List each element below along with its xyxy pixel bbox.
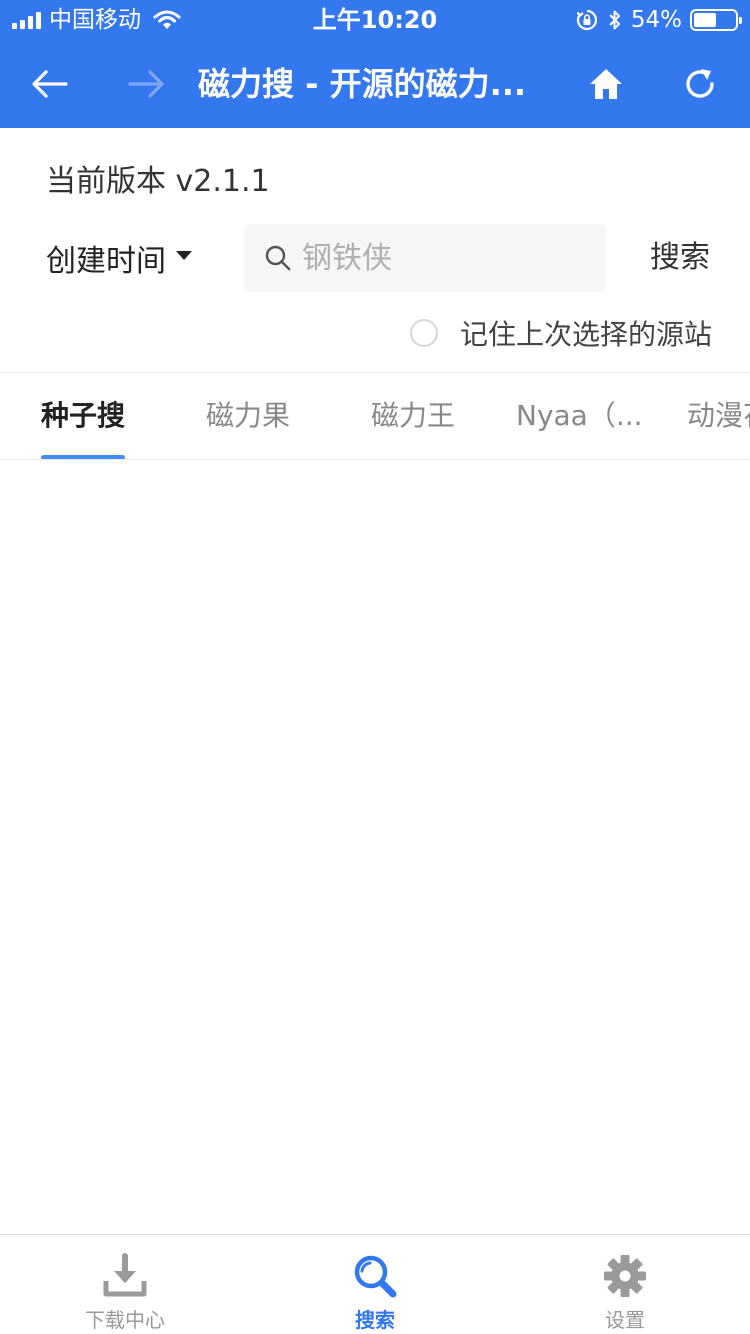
gear-icon [600,1251,650,1301]
tabbar-download-center[interactable]: 下载中心 [0,1235,250,1334]
section-divider [0,372,750,373]
download-icon [100,1251,150,1301]
battery-icon [690,9,742,31]
home-button[interactable] [578,56,634,112]
bluetooth-icon [607,8,623,32]
results-area [0,460,750,1234]
remember-radio[interactable] [410,319,438,347]
tabbar-search[interactable]: 搜索 [250,1235,500,1334]
tab-dongmanhuayuan[interactable]: 动漫花园 [687,396,750,436]
bottom-tab-bar: 下载中心 搜索 设置 [0,1234,750,1334]
remember-source-option[interactable]: 记住上次选择的源站 [410,312,712,354]
orientation-lock-icon [575,8,599,32]
search-icon [350,1251,400,1301]
source-tabs: 种子搜 磁力果 磁力王 Nyaa（... 动漫花园 [0,374,750,460]
remember-label: 记住上次选择的源站 [460,318,713,351]
sort-select[interactable]: 创建时间 [46,236,192,280]
page-title: 磁力搜 - 开源的磁力... [198,65,527,103]
tab-ciliguo[interactable]: 磁力果 [206,396,290,436]
tabbar-label-settings: 设置 [605,1308,645,1332]
search-box[interactable] [244,224,606,292]
home-icon [590,69,622,99]
tab-nyaa[interactable]: Nyaa（... [516,396,643,436]
status-bar: 中国移动 上午10:20 54% [0,0,750,40]
version-text: 当前版本 v2.1.1 [46,164,270,199]
tab-zhongzisou[interactable]: 种子搜 [41,396,125,436]
tabbar-label-download: 下载中心 [85,1308,165,1332]
arrow-left-icon [32,70,68,98]
forward-button[interactable] [118,56,174,112]
status-right: 54% [575,6,742,34]
battery-level [694,13,716,27]
search-button[interactable]: 搜索 [632,232,728,284]
app-header: 中国移动 上午10:20 54% 磁力搜 - 开源的磁力... [0,0,750,128]
back-button[interactable] [22,56,78,112]
sort-selected-label: 创建时间 [46,244,166,279]
caret-down-icon [176,250,192,260]
tabbar-label-search: 搜索 [355,1308,395,1332]
refresh-button[interactable] [672,56,728,112]
tabbar-settings[interactable]: 设置 [500,1235,750,1334]
arrow-right-icon [128,70,164,98]
tab-ciliwang[interactable]: 磁力王 [371,396,455,436]
search-input[interactable] [302,240,582,276]
search-icon [265,245,291,271]
battery-percent: 54% [630,7,682,33]
refresh-icon [686,69,714,98]
